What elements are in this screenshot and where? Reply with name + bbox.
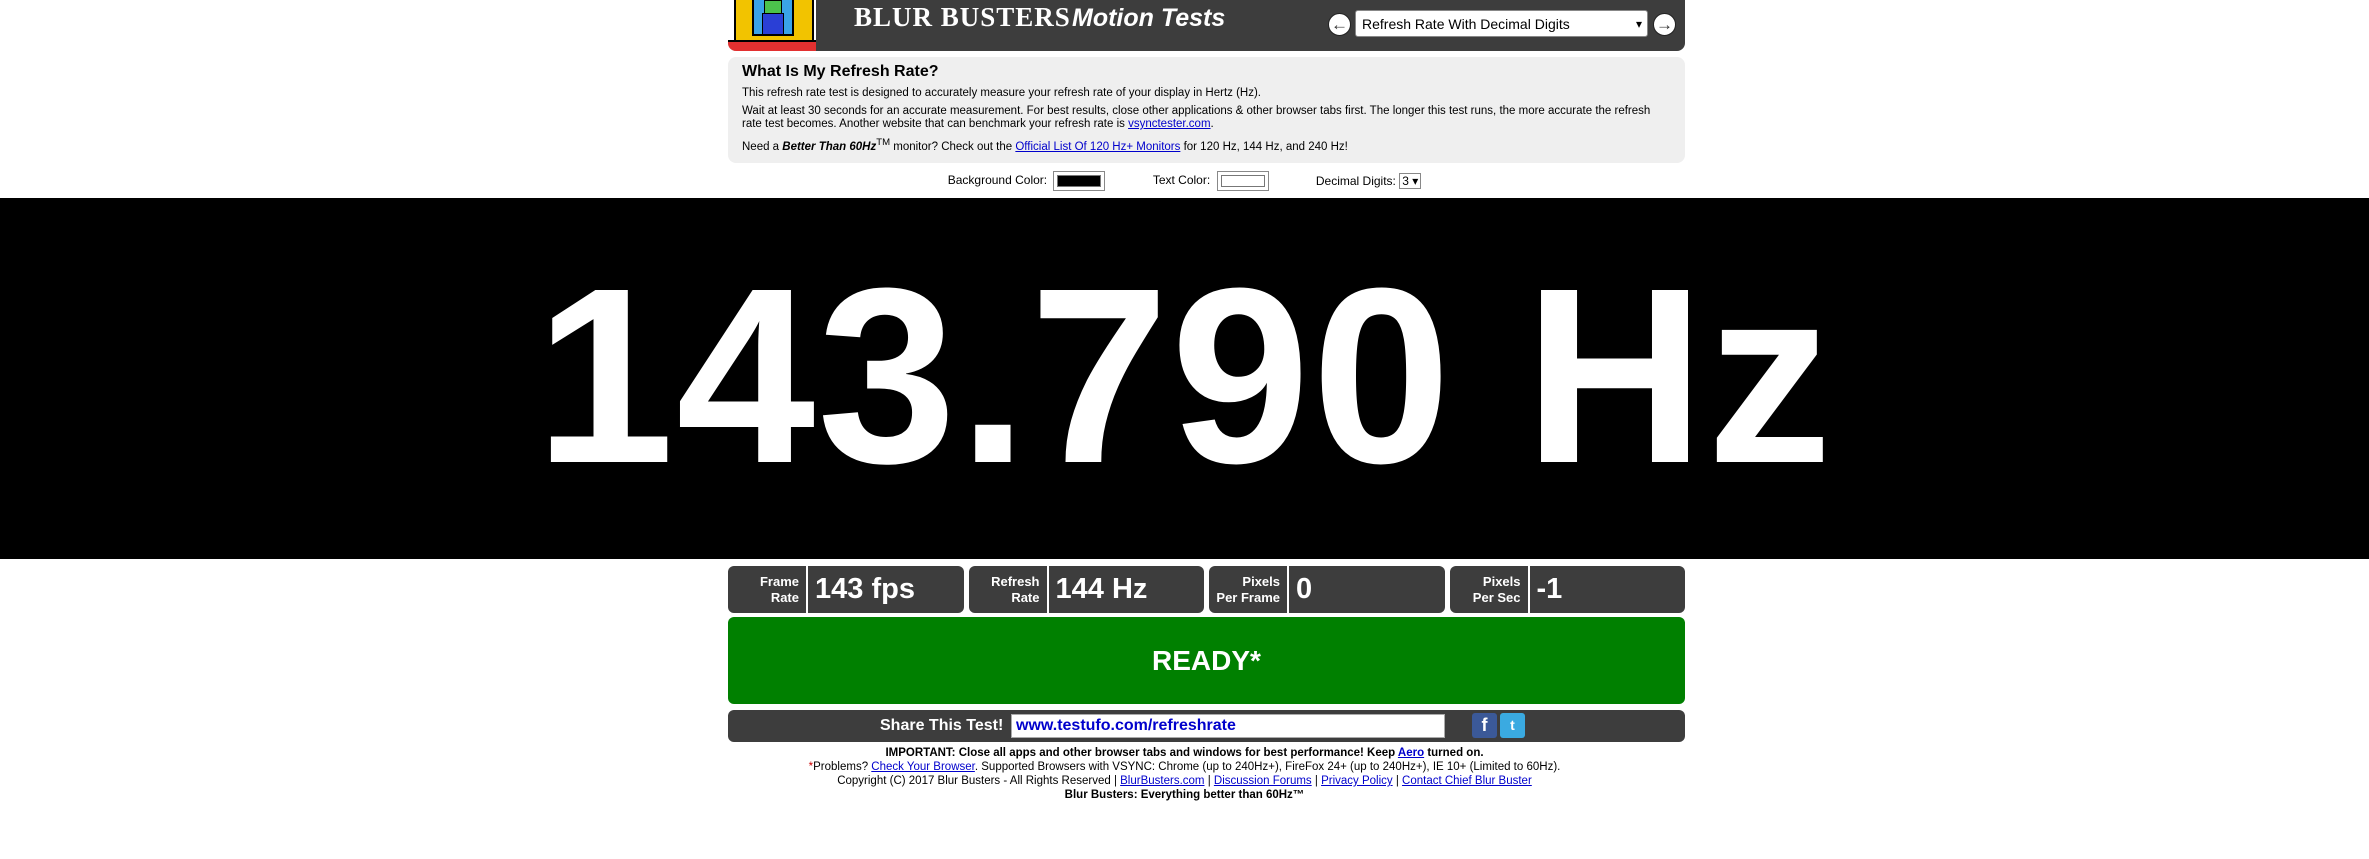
decimal-digits-option: Decimal Digits: 3 ▾ xyxy=(1315,173,1422,189)
decimal-digits-label: Decimal Digits: xyxy=(1315,174,1396,188)
text-color-swatch xyxy=(1220,175,1265,187)
footer-important-text: IMPORTANT: Close all apps and other brow… xyxy=(885,747,1398,759)
stat-label-line-1: Refresh xyxy=(991,573,1040,589)
info-title: What Is My Refresh Rate? xyxy=(742,63,939,80)
footer-line-4: Blur Busters: Everything better than 60H… xyxy=(0,788,2369,802)
test-selector-value: Refresh Rate With Decimal Digits xyxy=(1362,16,1570,32)
stat-value: 144 Hz xyxy=(1055,573,1148,605)
blurbusters-link[interactable]: BlurBusters.com xyxy=(1120,775,1204,787)
footer-problems-text: Problems? xyxy=(813,761,872,773)
logo-character-body xyxy=(762,13,784,35)
info-paragraph-1: This refresh rate test is designed to ac… xyxy=(742,87,1261,99)
refresh-rate-display: 143.790 Hz xyxy=(0,198,2369,559)
monitors-list-link[interactable]: Official List Of 120 Hz+ Monitors xyxy=(1015,141,1180,153)
stat-refresh-rate: Refresh Rate 144 Hz xyxy=(968,566,1204,613)
arrow-right-icon: → xyxy=(1656,15,1673,34)
info-paragraph-2: Wait at least 30 seconds for an accurate… xyxy=(742,105,1651,130)
brand-subtitle[interactable]: Motion Tests xyxy=(1072,4,1225,33)
footer-tagline: Blur Busters: Everything better than 60H… xyxy=(1064,789,1305,801)
footer-line-1: IMPORTANT: Close all apps and other brow… xyxy=(0,746,2369,760)
forums-link[interactable]: Discussion Forums xyxy=(1214,775,1312,787)
contact-link[interactable]: Contact Chief Blur Buster xyxy=(1402,775,1532,787)
info-p3-b: monitor? Check out the xyxy=(890,140,1016,153)
stat-label: Frame Rate xyxy=(728,566,808,613)
footer-copyright: Copyright (C) 2017 Blur Busters - All Ri… xyxy=(837,775,1121,787)
background-color-swatch xyxy=(1057,175,1102,187)
share-bar: Share This Test! www.testufo.com/refresh… xyxy=(728,710,1685,742)
stat-label: Pixels Per Sec xyxy=(1450,566,1530,613)
stat-label-line-2: Per Frame xyxy=(1216,589,1280,605)
stat-label-line-2: Rate xyxy=(770,589,799,605)
footer-separator: | xyxy=(1204,775,1214,787)
decimal-digits-select[interactable]: 3 ▾ xyxy=(1399,173,1422,189)
background-color-label: Background Color: xyxy=(947,173,1048,188)
chevron-down-icon: ▾ xyxy=(1635,17,1642,31)
stat-value: 0 xyxy=(1296,573,1313,605)
background-color-picker[interactable] xyxy=(1053,171,1106,191)
info-panel: What Is My Refresh Rate? This refresh ra… xyxy=(728,57,1685,163)
share-label: Share This Test! xyxy=(880,717,1004,734)
footer-line-3: Copyright (C) 2017 Blur Busters - All Ri… xyxy=(0,774,2369,788)
blur-busters-logo[interactable] xyxy=(728,0,816,51)
decimal-digits-value: 3 xyxy=(1402,174,1409,188)
stat-label: Pixels Per Frame xyxy=(1209,566,1289,613)
stat-label: Refresh Rate xyxy=(969,566,1049,613)
brand-title[interactable]: BLUR BUSTERS xyxy=(854,2,1071,33)
twitter-icon[interactable]: t xyxy=(1500,713,1525,738)
privacy-policy-link[interactable]: Privacy Policy xyxy=(1321,775,1393,787)
next-test-button[interactable]: → xyxy=(1653,13,1676,36)
logo-character-head xyxy=(764,0,782,14)
footer-separator: | xyxy=(1392,775,1403,787)
share-url-field[interactable]: www.testufo.com/refreshrate xyxy=(1011,714,1445,738)
stat-label-line-1: Pixels xyxy=(1242,573,1280,589)
stat-label-line-2: Rate xyxy=(1011,589,1040,605)
background-color-option: Background Color: xyxy=(948,171,1106,191)
footer-important-end: turned on. xyxy=(1424,747,1484,759)
stats-bar: Frame Rate 143 fps Refresh Rate 144 Hz Pix… xyxy=(728,566,1685,613)
options-row: Background Color: Text Color: Decimal Di… xyxy=(0,171,2369,191)
info-p3-c: for 120 Hz, 144 Hz, and 240 Hz! xyxy=(1180,140,1348,153)
check-browser-link[interactable]: Check Your Browser xyxy=(871,761,975,773)
trademark-mark: TM xyxy=(876,137,891,148)
test-selector-dropdown[interactable]: Refresh Rate With Decimal Digits ▾ xyxy=(1355,10,1648,37)
logo-window-ledge xyxy=(728,40,816,51)
aero-link[interactable]: Aero xyxy=(1398,747,1424,759)
text-color-option: Text Color: xyxy=(1153,171,1269,191)
previous-test-button[interactable]: ← xyxy=(1328,13,1351,36)
footer-supported-text: . Supported Browsers with VSYNC: Chrome … xyxy=(974,761,1561,773)
stat-pixels-per-sec: Pixels Per Sec -1 xyxy=(1449,566,1685,613)
vsynctester-link[interactable]: vsynctester.com xyxy=(1128,118,1210,130)
header-bar: BLUR BUSTERS Motion Tests ← Refresh Rate… xyxy=(728,0,1685,51)
stat-frame-rate: Frame Rate 143 fps xyxy=(728,566,964,613)
stat-value: -1 xyxy=(1536,573,1563,605)
facebook-icon[interactable]: f xyxy=(1472,713,1497,738)
refresh-rate-value: 143.790 Hz xyxy=(535,236,1834,515)
text-color-picker[interactable] xyxy=(1216,171,1269,191)
ready-status-banner: READY* xyxy=(728,617,1685,704)
stat-value: 143 fps xyxy=(815,573,915,605)
info-paragraph-3: Need a Better Than 60HzTM monitor? Check… xyxy=(742,136,1671,154)
info-p3-a: Need a xyxy=(742,140,783,153)
footer: IMPORTANT: Close all apps and other brow… xyxy=(0,746,2369,802)
stat-label-line-2: Per Sec xyxy=(1472,589,1521,605)
stat-label-line-1: Pixels xyxy=(1482,573,1521,589)
info-p3-emphasis: Better Than 60Hz xyxy=(782,140,877,153)
text-color-label: Text Color: xyxy=(1152,173,1211,188)
footer-separator: | xyxy=(1311,775,1322,787)
footer-line-2: *Problems? Check Your Browser. Supported… xyxy=(0,760,2369,774)
stat-pixels-per-frame: Pixels Per Frame 0 xyxy=(1209,566,1445,613)
arrow-left-icon: ← xyxy=(1331,15,1348,34)
stat-label-line-1: Frame xyxy=(759,573,799,589)
